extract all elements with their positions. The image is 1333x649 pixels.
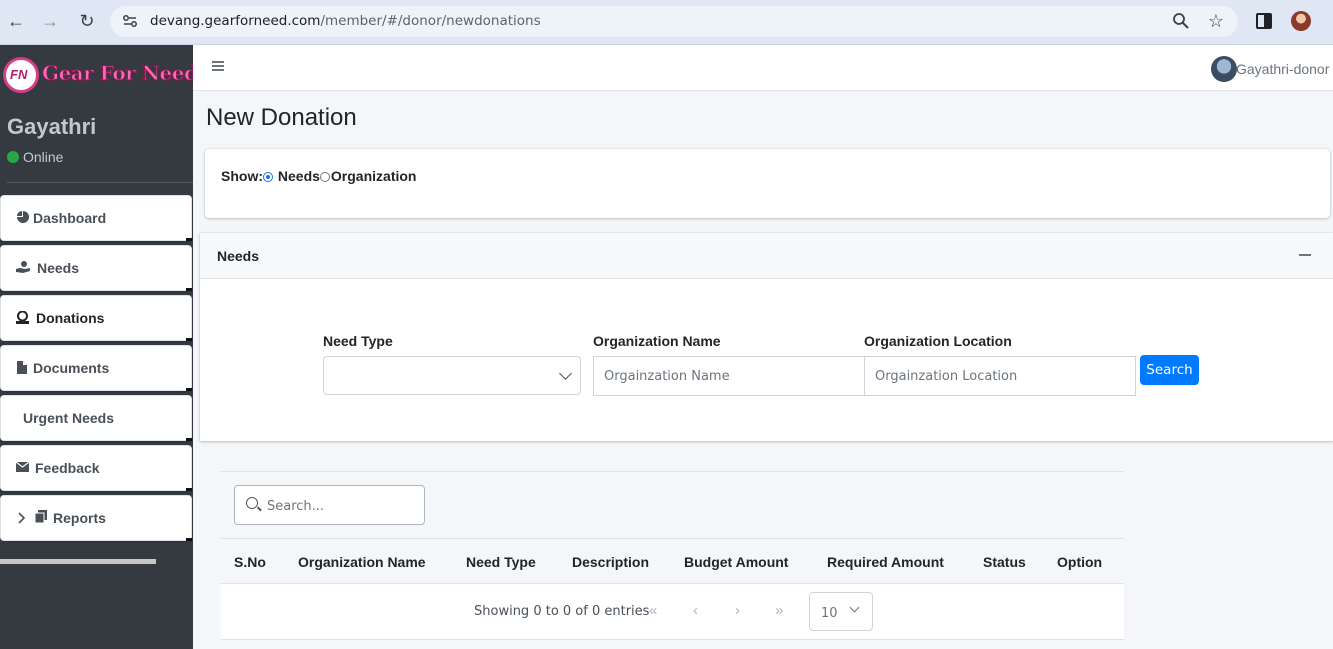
- column-header[interactable]: Budget Amount: [684, 554, 788, 570]
- sidebar-item-needs[interactable]: Needs: [0, 245, 193, 295]
- copy-icon: [35, 510, 47, 523]
- chevron-down-icon: [849, 602, 860, 613]
- show-label: Show:: [221, 168, 263, 184]
- need-type-select[interactable]: [323, 356, 581, 395]
- sidebar: FN Gear For Need Gayathri Online Dashboa…: [0, 45, 198, 649]
- sidebar-item-label: Feedback: [35, 460, 100, 476]
- page-size-value: 10: [821, 606, 838, 621]
- column-header[interactable]: S.No: [234, 554, 266, 570]
- url-host: devang.gearforneed.com: [150, 13, 321, 29]
- online-status: Online: [7, 149, 63, 165]
- zoom-icon[interactable]: [1172, 12, 1190, 30]
- organization-radio-label[interactable]: Organization: [331, 168, 417, 184]
- online-dot-icon: [7, 151, 19, 163]
- brand-logo-text: FN: [10, 67, 28, 82]
- column-header[interactable]: Status: [983, 554, 1026, 570]
- envelope-icon: [16, 462, 29, 472]
- brand[interactable]: FN Gear For Need: [0, 45, 198, 103]
- next-page-icon[interactable]: ›: [735, 602, 740, 619]
- online-status-text: Online: [23, 149, 64, 165]
- page-size-select[interactable]: 10: [809, 592, 873, 631]
- column-header[interactable]: Option: [1057, 554, 1102, 570]
- side-panel-icon[interactable]: [1256, 13, 1272, 29]
- menu-toggle-icon[interactable]: [212, 61, 224, 71]
- org-name-label: Organization Name: [593, 333, 721, 349]
- org-location-input[interactable]: Orgainzation Location: [864, 356, 1136, 396]
- needs-card-header: Needs: [200, 233, 1333, 279]
- sidebar-item-dashboard[interactable]: Dashboard: [0, 195, 193, 245]
- topbar: Gayathri-donor: [193, 45, 1333, 91]
- org-name-input[interactable]: Orgainzation Name: [593, 356, 865, 396]
- sidebar-item-donations[interactable]: Donations: [0, 295, 193, 345]
- url-text: devang.gearforneed.com/member/#/donor/ne…: [150, 13, 541, 29]
- url-path: /member/#/donor/newdonations: [320, 13, 541, 29]
- show-filter-card: Show: Needs Organization: [205, 149, 1330, 218]
- sidebar-item-label: Reports: [53, 510, 106, 526]
- brand-logo: FN: [3, 57, 39, 93]
- reload-icon[interactable]: ↻: [77, 11, 97, 31]
- brand-name: Gear For Need: [41, 61, 198, 86]
- needs-card-title: Needs: [217, 248, 260, 264]
- sidebar-item-reports[interactable]: Reports: [0, 495, 193, 545]
- sidebar-item-label: Needs: [37, 260, 80, 276]
- organization-radio[interactable]: [319, 172, 330, 182]
- needs-radio-label[interactable]: Needs: [278, 168, 320, 184]
- needs-table: Search... S.No Organization Name Need Ty…: [221, 471, 1124, 649]
- table-search-input[interactable]: Search...: [234, 485, 425, 525]
- last-page-icon[interactable]: »: [775, 602, 783, 619]
- chart-pie-icon: [17, 211, 29, 223]
- bookmark-star-icon[interactable]: ☆: [1208, 11, 1224, 32]
- need-type-label: Need Type: [323, 333, 393, 349]
- collapse-icon[interactable]: [1299, 254, 1311, 256]
- hand-holding-icon: [16, 261, 30, 273]
- first-page-icon[interactable]: «: [649, 602, 657, 619]
- sidebar-item-label: Urgent Needs: [23, 410, 115, 426]
- file-icon: [17, 361, 27, 374]
- sidebar-divider: [7, 182, 193, 183]
- sidebar-item-documents[interactable]: Documents: [0, 345, 193, 395]
- sidebar-item-label: Dashboard: [33, 210, 107, 226]
- browser-toolbar: ← → ↻ devang.gearforneed.com/member/#/do…: [0, 0, 1333, 45]
- org-location-placeholder: Orgainzation Location: [875, 369, 1018, 384]
- page-title: New Donation: [206, 104, 357, 131]
- chevron-right-icon[interactable]: [18, 512, 26, 524]
- profile-avatar[interactable]: [1291, 11, 1311, 31]
- table-search-placeholder: Search...: [267, 499, 325, 514]
- org-location-label: Organization Location: [864, 333, 1012, 349]
- sidebar-user-name[interactable]: Gayathri: [7, 114, 96, 140]
- show-filter-row: Show: Needs Organization: [221, 168, 416, 184]
- column-header[interactable]: Need Type: [466, 554, 536, 570]
- topbar-user-name[interactable]: Gayathri-donor: [1236, 61, 1329, 77]
- forward-icon[interactable]: →: [40, 11, 60, 31]
- column-header[interactable]: Organization Name: [298, 554, 426, 570]
- sidebar-item-label: Donations: [36, 310, 105, 326]
- sidebar-item-urgent-needs[interactable]: Urgent Needs: [0, 395, 193, 445]
- sidebar-menu: Dashboard Needs Donations Documents Urge…: [0, 195, 193, 545]
- address-bar[interactable]: devang.gearforneed.com/member/#/donor/ne…: [110, 6, 1238, 37]
- needs-card: Needs Need Type Organization Name Organi…: [200, 233, 1333, 441]
- avatar[interactable]: [1211, 56, 1237, 82]
- back-icon[interactable]: ←: [6, 11, 26, 31]
- column-header[interactable]: Required Amount: [827, 554, 944, 570]
- chevron-down-icon: [559, 367, 572, 380]
- table-header: S.No Organization Name Need Type Descrip…: [221, 538, 1124, 584]
- table-info: Showing 0 to 0 of 0 entries: [474, 604, 650, 619]
- prev-page-icon[interactable]: ‹: [693, 602, 698, 619]
- sidebar-item-feedback[interactable]: Feedback: [0, 445, 193, 495]
- site-info-icon[interactable]: [122, 13, 138, 29]
- org-name-placeholder: Orgainzation Name: [604, 369, 730, 384]
- donate-icon: [16, 311, 29, 324]
- needs-radio[interactable]: [263, 172, 273, 182]
- search-button[interactable]: Search: [1140, 355, 1199, 385]
- column-header[interactable]: Description: [572, 554, 649, 570]
- sidebar-scrollbar[interactable]: [0, 559, 156, 564]
- search-icon: [246, 497, 258, 509]
- table-footer: Showing 0 to 0 of 0 entries « ‹ › » 10: [221, 584, 1124, 640]
- sidebar-item-label: Documents: [33, 360, 110, 376]
